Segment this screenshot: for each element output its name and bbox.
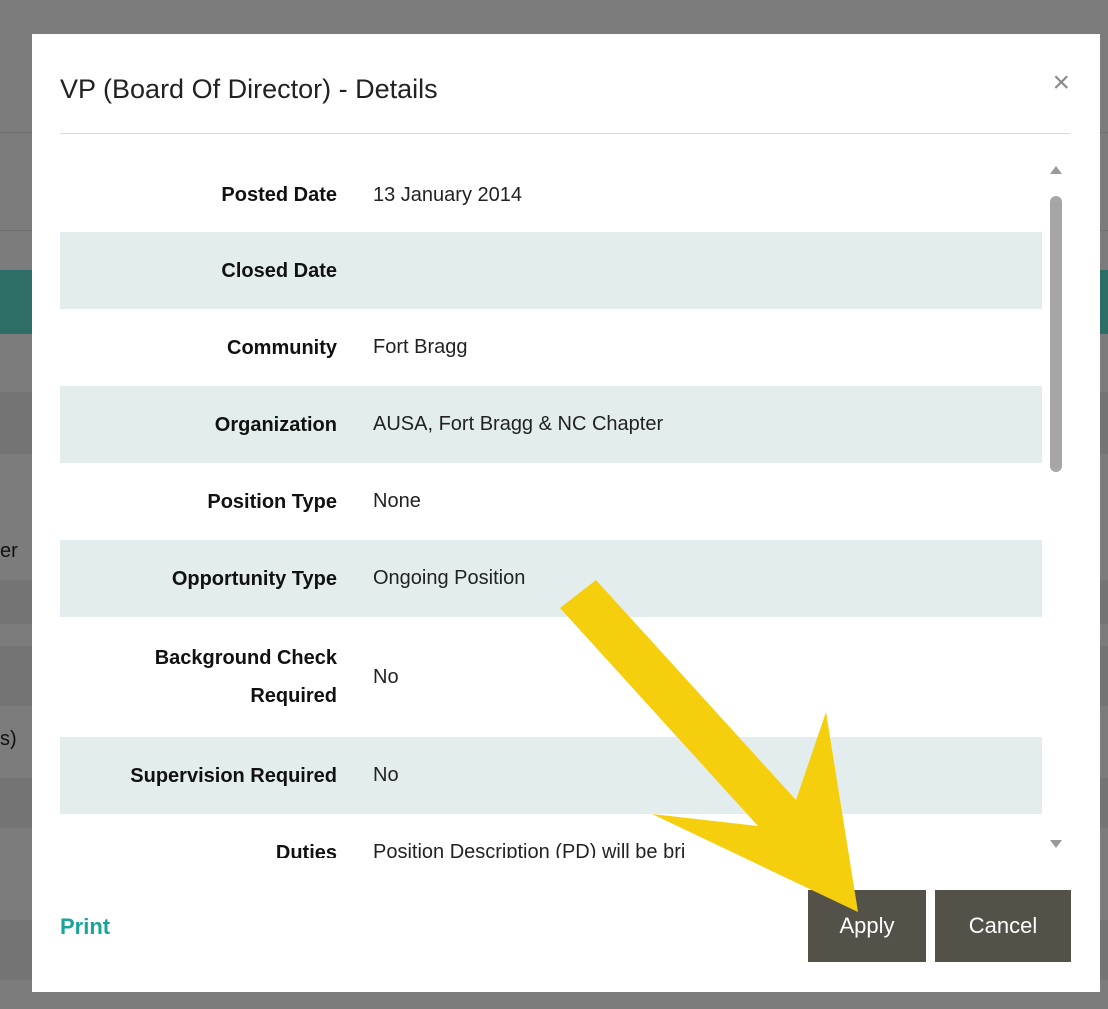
detail-label: Community [227,336,337,359]
detail-value: Fort Bragg [373,336,468,358]
detail-row-position-type: Position Type None [60,463,1042,540]
detail-value: AUSA, Fort Bragg & NC Chapter [373,413,664,435]
detail-value: None [373,490,421,512]
detail-value: No [373,764,399,786]
apply-button[interactable]: Apply [808,890,926,962]
detail-value: Position Description (PD) will be bri [373,841,686,858]
detail-value: 13 January 2014 [373,183,523,206]
detail-value: Ongoing Position [373,567,526,589]
details-modal: VP (Board Of Director) - Details × Poste… [32,34,1100,992]
detail-label: Posted Date [221,184,337,206]
detail-label: Background Check Required [154,647,337,707]
detail-row-posted-date: Posted Date 13 January 2014 [60,158,1042,232]
detail-label: Opportunity Type [171,567,337,590]
scrollbar-thumb[interactable] [1050,196,1062,472]
detail-row-closed-date: Closed Date [60,232,1042,309]
scroll-up-icon[interactable] [1050,166,1062,174]
detail-row-duties: Duties Position Description (PD) will be… [60,814,1042,858]
detail-row-background-check: Background Check Required No [60,617,1042,737]
bg-text-fragment: s) [0,728,17,750]
close-icon[interactable]: × [1052,68,1070,98]
detail-row-organization: Organization AUSA, Fort Bragg & NC Chapt… [60,386,1042,463]
detail-row-opportunity-type: Opportunity Type Ongoing Position [60,540,1042,617]
details-scrollbar[interactable] [1046,162,1068,862]
detail-label: Position Type [207,490,337,513]
cancel-button[interactable]: Cancel [935,890,1071,962]
detail-row-community: Community Fort Bragg [60,309,1042,386]
print-link[interactable]: Print [60,914,110,940]
bg-text-fragment: er [0,540,18,562]
modal-footer: Print Apply Cancel [32,890,1100,990]
detail-label: Duties [275,841,337,859]
modal-title: VP (Board Of Director) - Details [60,74,438,104]
scroll-down-icon[interactable] [1050,840,1062,848]
detail-row-supervision: Supervision Required No [60,737,1042,814]
modal-header: VP (Board Of Director) - Details × [60,34,1070,134]
detail-label: Organization [214,413,337,436]
detail-value: No [373,665,399,688]
detail-label: Supervision Required [130,764,337,787]
details-list[interactable]: Posted Date 13 January 2014 Closed Date … [60,158,1042,858]
detail-label: Closed Date [221,259,337,282]
